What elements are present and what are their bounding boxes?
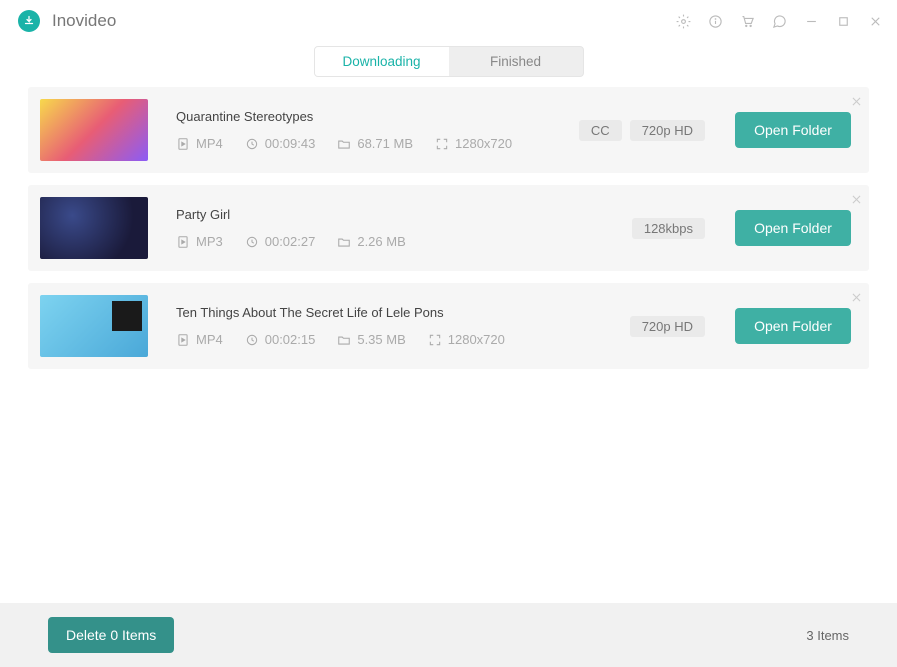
item-title: Ten Things About The Secret Life of Lele…	[176, 305, 630, 320]
resolution-meta: 1280x720	[435, 136, 512, 151]
tab-finished[interactable]: Finished	[449, 47, 583, 76]
cc-badge: CC	[579, 120, 622, 141]
size-value: 68.71 MB	[357, 136, 413, 151]
thumbnail	[40, 197, 148, 259]
duration-value: 00:02:27	[265, 234, 316, 249]
tab-downloading[interactable]: Downloading	[315, 47, 449, 76]
chat-icon[interactable]	[771, 13, 787, 29]
resolution-meta: 1280x720	[428, 332, 505, 347]
app-name: Inovideo	[52, 11, 116, 31]
item-meta: MP3 00:02:27 2.26 MB	[176, 234, 632, 249]
badges: CC 720p HD	[579, 120, 705, 141]
download-list: Quarantine Stereotypes MP4 00:09:43 68.7…	[0, 87, 897, 603]
format-value: MP4	[196, 136, 223, 151]
file-icon	[176, 235, 190, 249]
folder-icon	[337, 235, 351, 249]
cart-icon[interactable]	[739, 13, 755, 29]
format-value: MP3	[196, 234, 223, 249]
folder-icon	[337, 137, 351, 151]
info-icon[interactable]	[707, 13, 723, 29]
app-logo	[18, 10, 40, 32]
item-meta: MP4 00:02:15 5.35 MB 1280x720	[176, 332, 630, 347]
download-item: Quarantine Stereotypes MP4 00:09:43 68.7…	[28, 87, 869, 173]
duration-value: 00:09:43	[265, 136, 316, 151]
clock-icon	[245, 333, 259, 347]
item-close-icon[interactable]	[852, 191, 861, 200]
settings-icon[interactable]	[675, 13, 691, 29]
format-meta: MP4	[176, 332, 223, 347]
format-value: MP4	[196, 332, 223, 347]
download-item: Party Girl MP3 00:02:27 2.26 MB 128kbps …	[28, 185, 869, 271]
footer: Delete 0 Items 3 Items	[0, 603, 897, 667]
file-icon	[176, 137, 190, 151]
duration-meta: 00:09:43	[245, 136, 316, 151]
item-title: Quarantine Stereotypes	[176, 109, 579, 124]
thumbnail	[40, 99, 148, 161]
item-title: Party Girl	[176, 207, 632, 222]
expand-icon	[435, 137, 449, 151]
quality-badge: 128kbps	[632, 218, 705, 239]
duration-meta: 00:02:27	[245, 234, 316, 249]
badges: 720p HD	[630, 316, 705, 337]
format-meta: MP3	[176, 234, 223, 249]
size-value: 2.26 MB	[357, 234, 405, 249]
delete-button[interactable]: Delete 0 Items	[48, 617, 174, 653]
clock-icon	[245, 137, 259, 151]
quality-badge: 720p HD	[630, 316, 705, 337]
titlebar: Inovideo	[0, 0, 897, 40]
item-details: Quarantine Stereotypes MP4 00:09:43 68.7…	[148, 109, 579, 151]
item-details: Ten Things About The Secret Life of Lele…	[148, 305, 630, 347]
expand-icon	[428, 333, 442, 347]
item-close-icon[interactable]	[852, 289, 861, 298]
badges: 128kbps	[632, 218, 705, 239]
maximize-icon[interactable]	[835, 13, 851, 29]
minimize-icon[interactable]	[803, 13, 819, 29]
folder-icon	[337, 333, 351, 347]
duration-value: 00:02:15	[265, 332, 316, 347]
clock-icon	[245, 235, 259, 249]
tabs: Downloading Finished	[314, 46, 584, 77]
titlebar-actions	[675, 13, 883, 29]
resolution-value: 1280x720	[455, 136, 512, 151]
open-folder-button[interactable]: Open Folder	[735, 112, 851, 148]
item-close-icon[interactable]	[852, 93, 861, 102]
size-value: 5.35 MB	[357, 332, 405, 347]
duration-meta: 00:02:15	[245, 332, 316, 347]
item-count: 3 Items	[806, 628, 849, 643]
item-meta: MP4 00:09:43 68.71 MB 1280x720	[176, 136, 579, 151]
download-item: Ten Things About The Secret Life of Lele…	[28, 283, 869, 369]
tabs-container: Downloading Finished	[0, 40, 897, 87]
size-meta: 5.35 MB	[337, 332, 405, 347]
resolution-value: 1280x720	[448, 332, 505, 347]
quality-badge: 720p HD	[630, 120, 705, 141]
file-icon	[176, 333, 190, 347]
open-folder-button[interactable]: Open Folder	[735, 308, 851, 344]
format-meta: MP4	[176, 136, 223, 151]
size-meta: 68.71 MB	[337, 136, 413, 151]
size-meta: 2.26 MB	[337, 234, 405, 249]
open-folder-button[interactable]: Open Folder	[735, 210, 851, 246]
item-details: Party Girl MP3 00:02:27 2.26 MB	[148, 207, 632, 249]
titlebar-brand: Inovideo	[18, 10, 116, 32]
thumbnail	[40, 295, 148, 357]
close-icon[interactable]	[867, 13, 883, 29]
